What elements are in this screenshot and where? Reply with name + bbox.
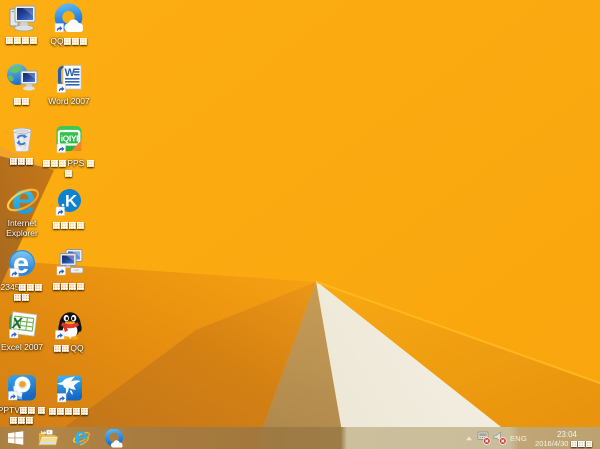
svg-text:W: W — [65, 67, 76, 79]
svg-text:K: K — [65, 192, 78, 211]
svg-text:iQIYI: iQIYI — [61, 134, 78, 144]
